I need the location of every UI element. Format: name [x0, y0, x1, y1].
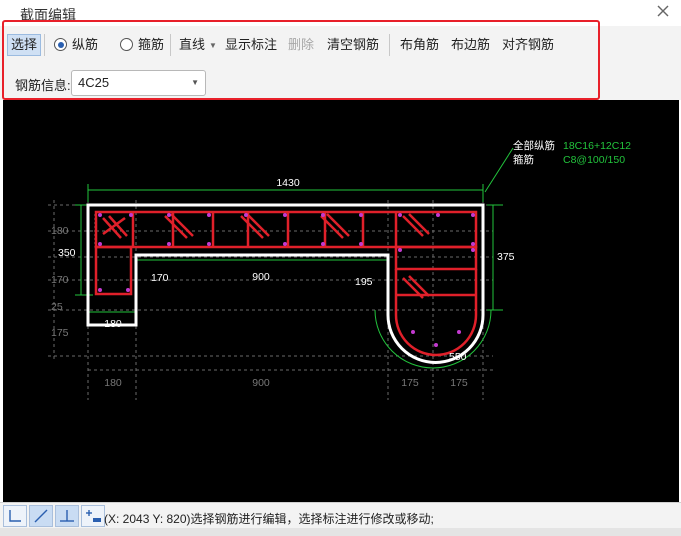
axis-bottom-3: 175	[401, 377, 419, 389]
dim-radius: 550	[449, 351, 467, 363]
select-tool-button[interactable]: 选择	[7, 34, 42, 56]
longitudinal-rebar-radio[interactable]: 纵筋	[54, 34, 98, 56]
status-bar: (X: 2043 Y: 820)选择钢筋进行编辑，选择标注进行修改或移动;	[0, 502, 681, 528]
longitudinal-rebar-label: 纵筋	[72, 37, 99, 52]
add-point-button[interactable]	[81, 505, 105, 527]
axis-left-3: 25	[51, 301, 63, 313]
perpendicular-icon	[60, 510, 74, 522]
diagonal-line-icon	[34, 509, 48, 523]
legend-stirrup-label: 箍筋	[513, 153, 534, 166]
radio-checked-icon	[54, 38, 67, 51]
legend-all-long-value: 18C16+12C12	[563, 140, 631, 152]
axis-bottom-4: 175	[450, 377, 468, 389]
legend-stirrup-value: C8@100/150	[563, 154, 625, 166]
stirrup-label: 箍筋	[138, 37, 165, 52]
rebar-info-select[interactable]: 4C25 ▼	[71, 70, 206, 96]
status-message: (X: 2043 Y: 820)选择钢筋进行编辑，选择标注进行修改或移动;	[104, 512, 434, 526]
dim-top-width: 1430	[276, 177, 300, 189]
plus-minus-icon	[86, 510, 101, 522]
inner-boundary	[94, 211, 477, 248]
dim-left-height: 350	[58, 247, 76, 259]
rebar-info-label: 钢筋信息:	[15, 78, 71, 93]
legend-all-long-label: 全部纵筋	[513, 139, 555, 152]
ortho-snap-button[interactable]	[3, 505, 27, 527]
axis-left-4: 175	[51, 327, 69, 339]
clear-rebar-button[interactable]: 清空钢筋	[327, 34, 379, 56]
chevron-down-icon: ▼	[191, 78, 199, 87]
ortho-icon	[9, 510, 21, 522]
perpendicular-snap-button[interactable]	[55, 505, 79, 527]
align-rebar-button[interactable]: 对齐钢筋	[502, 34, 554, 56]
chevron-down-icon: ▼	[209, 41, 217, 50]
toolbar-separator	[44, 34, 45, 56]
line-type-dropdown[interactable]: 直线 ▼	[179, 34, 217, 56]
show-dimension-button[interactable]: 显示标注	[225, 34, 277, 56]
line-type-label: 直线	[179, 37, 206, 52]
axis-left-2: 170	[51, 274, 69, 286]
axis-left-top: 180	[51, 225, 69, 237]
axis-bottom-1: 180	[104, 377, 122, 389]
close-icon[interactable]	[655, 3, 671, 19]
drawing-labels: 1430 350 375 170 900 195 180 550 180 170…	[51, 139, 631, 389]
toolbar-separator	[170, 34, 171, 56]
corner-rebar-button[interactable]: 布角筋	[400, 34, 439, 56]
background-window-strip	[0, 528, 681, 536]
window-title: 截面编辑	[20, 7, 76, 23]
dim-flange-right: 195	[355, 276, 373, 288]
toolbar-separator	[389, 34, 390, 56]
dim-flange-left: 170	[151, 272, 169, 284]
drawing-canvas[interactable]: 1430 350 375 170 900 195 180 550 180 170…	[3, 100, 679, 502]
section-drawing[interactable]: 1430 350 375 170 900 195 180 550 180 170…	[3, 100, 679, 502]
delete-button[interactable]: 删除	[288, 34, 314, 56]
stirrup-radio[interactable]: 箍筋	[120, 34, 164, 56]
edge-rebar-button[interactable]: 布边筋	[451, 34, 490, 56]
radio-unchecked-icon	[120, 38, 133, 51]
window-titlebar: 截面编辑	[0, 0, 681, 26]
axis-bottom-2: 900	[252, 377, 270, 389]
dim-right-height: 375	[497, 251, 515, 263]
dim-bottom-left: 180	[104, 318, 122, 330]
line-snap-button[interactable]	[29, 505, 53, 527]
dim-opening: 900	[252, 271, 270, 283]
rebar-info-value: 4C25	[78, 75, 110, 90]
